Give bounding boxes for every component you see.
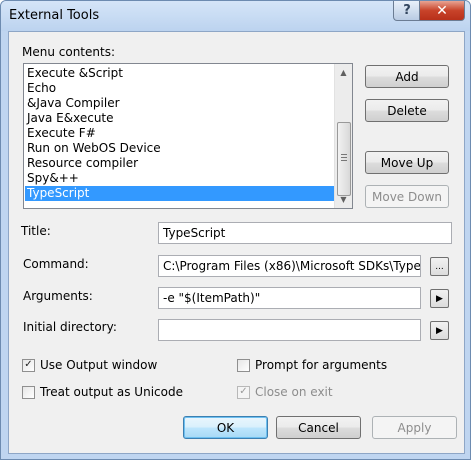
scroll-up-arrow-icon[interactable]: ▲: [335, 64, 352, 81]
move-up-button[interactable]: Move Up: [365, 151, 449, 174]
thumb-grip: [341, 154, 347, 155]
scroll-thumb[interactable]: [337, 122, 351, 196]
use-output-window-checkbox[interactable]: ✓ Use Output window: [22, 358, 157, 372]
delete-button[interactable]: Delete: [365, 99, 449, 122]
help-icon: ?: [403, 3, 411, 18]
title-field[interactable]: TypeScript: [158, 222, 452, 244]
initial-directory-field[interactable]: [158, 319, 421, 341]
cancel-button[interactable]: Cancel: [276, 416, 361, 439]
list-item[interactable]: Run on WebOS Device: [25, 141, 337, 156]
list-item[interactable]: Execute &Script: [25, 66, 337, 81]
ok-button[interactable]: OK: [183, 416, 268, 439]
checkbox-check-icon[interactable]: ✓: [22, 358, 35, 372]
arguments-label: Arguments:: [23, 289, 93, 303]
menu-contents-label: Menu contents:: [22, 45, 115, 59]
list-scrollbar[interactable]: ▲ ▼: [334, 64, 352, 208]
play-arrow-icon: ▶: [436, 325, 443, 336]
close-on-exit-checkbox: ✓ Close on exit: [237, 385, 333, 399]
thumb-grip: [341, 157, 347, 158]
list-item[interactable]: Resource compiler: [25, 156, 337, 171]
list-item[interactable]: &Java Compiler: [25, 96, 337, 111]
arguments-menu-button[interactable]: ▶: [430, 289, 449, 308]
close-button[interactable]: ✕: [419, 1, 465, 21]
prompt-arguments-checkbox[interactable]: Prompt for arguments: [237, 358, 387, 372]
help-button[interactable]: ?: [393, 1, 421, 21]
initial-directory-menu-button[interactable]: ▶: [430, 321, 449, 340]
arguments-field[interactable]: -e "$(ItemPath)": [158, 287, 421, 309]
move-down-button[interactable]: Move Down: [365, 185, 449, 208]
treat-unicode-label: Treat output as Unicode: [40, 385, 183, 399]
close-icon: ✕: [436, 2, 448, 19]
list-item[interactable]: Java E&xecute: [25, 111, 337, 126]
title-bar[interactable]: External Tools ? ✕: [1, 1, 470, 31]
dialog-client: Menu contents: Execute &Script Echo &Java …: [8, 31, 465, 454]
thumb-grip: [341, 160, 347, 161]
close-on-exit-label: Close on exit: [255, 385, 333, 399]
browse-button[interactable]: ...: [430, 257, 449, 276]
apply-button[interactable]: Apply: [372, 416, 457, 439]
initial-directory-label: Initial directory:: [23, 320, 117, 334]
list-item[interactable]: Spy&++: [25, 171, 337, 186]
list-item[interactable]: TypeScript: [25, 186, 337, 201]
add-button[interactable]: Add: [365, 65, 449, 88]
play-arrow-icon: ▶: [436, 293, 443, 304]
treat-unicode-checkbox[interactable]: Treat output as Unicode: [22, 385, 183, 399]
list-item[interactable]: Execute F#: [25, 126, 337, 141]
command-field[interactable]: C:\Program Files (x86)\Microsoft SDKs\Ty…: [158, 255, 421, 277]
command-label: Command:: [23, 257, 89, 271]
window-title: External Tools: [9, 8, 100, 23]
checkbox-check-icon[interactable]: [237, 358, 250, 372]
scroll-down-arrow-icon[interactable]: ▼: [335, 191, 352, 208]
external-tools-dialog: External Tools ? ✕ Menu contents: Execut…: [0, 0, 471, 460]
title-label: Title:: [21, 224, 51, 238]
checkbox-check-icon: ✓: [237, 385, 250, 399]
list-item[interactable]: Echo: [25, 81, 337, 96]
prompt-arguments-label: Prompt for arguments: [255, 358, 388, 372]
menu-contents-list[interactable]: Execute &Script Echo &Java Compiler Java E&…: [23, 63, 353, 209]
checkbox-check-icon[interactable]: [22, 385, 35, 399]
use-output-window-label: Use Output window: [40, 358, 158, 372]
